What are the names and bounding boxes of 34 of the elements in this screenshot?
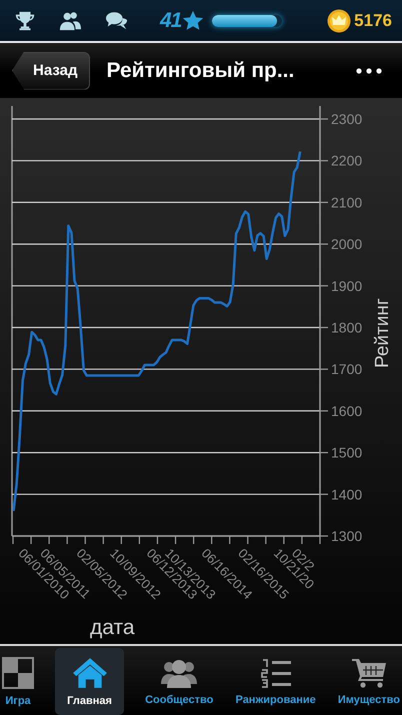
more-icon[interactable] xyxy=(356,68,382,74)
people-icon xyxy=(161,658,198,688)
tab-item[interactable]: Главная xyxy=(55,648,124,715)
screen-title: Рейтинговый пр... xyxy=(106,58,296,82)
tab-item[interactable]: Сообщество xyxy=(144,648,214,715)
ranked-list-icon xyxy=(258,658,293,688)
y-tick-label: 1500 xyxy=(331,444,362,461)
y-tick-label: 1900 xyxy=(331,278,362,294)
x-axis-title: дата xyxy=(90,616,135,639)
trophy-icon[interactable] xyxy=(14,10,36,32)
home-icon xyxy=(72,656,108,688)
xp-progress-bar xyxy=(212,14,282,26)
y-tick-label: 2100 xyxy=(331,194,362,210)
chat-icon[interactable] xyxy=(104,10,130,32)
checkerboard-icon xyxy=(2,656,34,688)
tab-item[interactable]: Игра xyxy=(1,648,35,715)
y-tick-label: 1700 xyxy=(331,361,362,378)
coin-count: 5176 xyxy=(354,10,392,30)
star-icon xyxy=(182,10,204,32)
level-number: 41 xyxy=(160,8,182,32)
y-tick-label: 1300 xyxy=(331,528,362,544)
y-tick-label: 2300 xyxy=(331,111,362,127)
crown-coin-icon xyxy=(327,8,352,32)
y-tick-label: 1800 xyxy=(331,320,362,336)
people-icon[interactable] xyxy=(58,10,82,32)
tab-item[interactable]: Ранжирование xyxy=(234,648,317,715)
y-tick-label: 2200 xyxy=(331,152,362,169)
back-button[interactable]: Назад xyxy=(12,52,90,90)
y-tick-label: 1600 xyxy=(331,402,362,419)
y-tick-label: 1400 xyxy=(331,486,362,502)
cart-icon xyxy=(350,658,387,688)
tab-item[interactable]: Имущество xyxy=(336,648,401,715)
y-axis-title: Рейтинг xyxy=(372,298,393,368)
y-tick-label: 2000 xyxy=(331,236,362,252)
